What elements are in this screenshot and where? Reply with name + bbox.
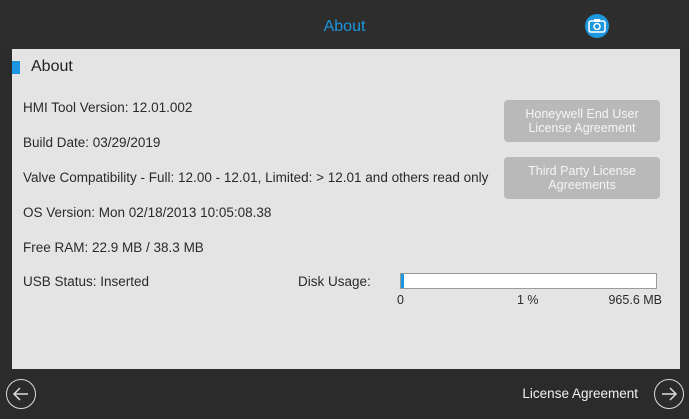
arrow-left-icon: [12, 387, 28, 401]
arrow-right-icon: [662, 387, 678, 401]
disk-usage-fill: [401, 274, 404, 288]
section-marker: [12, 61, 20, 74]
license-agreement-label[interactable]: License Agreement: [522, 386, 638, 401]
disk-usage-label: Disk Usage:: [298, 274, 371, 289]
camera-icon[interactable]: [585, 14, 609, 38]
build-date: Build Date: 03/29/2019: [23, 135, 161, 150]
about-panel: About HMI Tool Version: 12.01.002 Build …: [12, 49, 680, 369]
disk-min-label: 0: [397, 293, 404, 307]
back-button[interactable]: [6, 379, 36, 409]
os-version: OS Version: Mon 02/18/2013 10:05:08.38: [23, 205, 272, 220]
free-ram: Free RAM: 22.9 MB / 38.3 MB: [23, 240, 204, 255]
section-title: About: [31, 58, 73, 75]
honeywell-license-button[interactable]: Honeywell End User License Agreement: [504, 100, 660, 142]
disk-percent-label: 1 %: [517, 293, 539, 307]
usb-status: USB Status: Inserted: [23, 274, 150, 289]
hmi-version: HMI Tool Version: 12.01.002: [23, 100, 193, 115]
top-bar: About: [0, 0, 689, 49]
valve-compatibility: Valve Compatibility - Full: 12.00 - 12.0…: [23, 170, 489, 185]
disk-usage-bar: [400, 273, 657, 289]
third-party-license-button[interactable]: Third Party License Agreements: [504, 157, 660, 199]
bottom-bar: License Agreement: [0, 369, 689, 419]
forward-button[interactable]: [654, 379, 684, 409]
disk-max-label: 965.6 MB: [608, 293, 662, 307]
